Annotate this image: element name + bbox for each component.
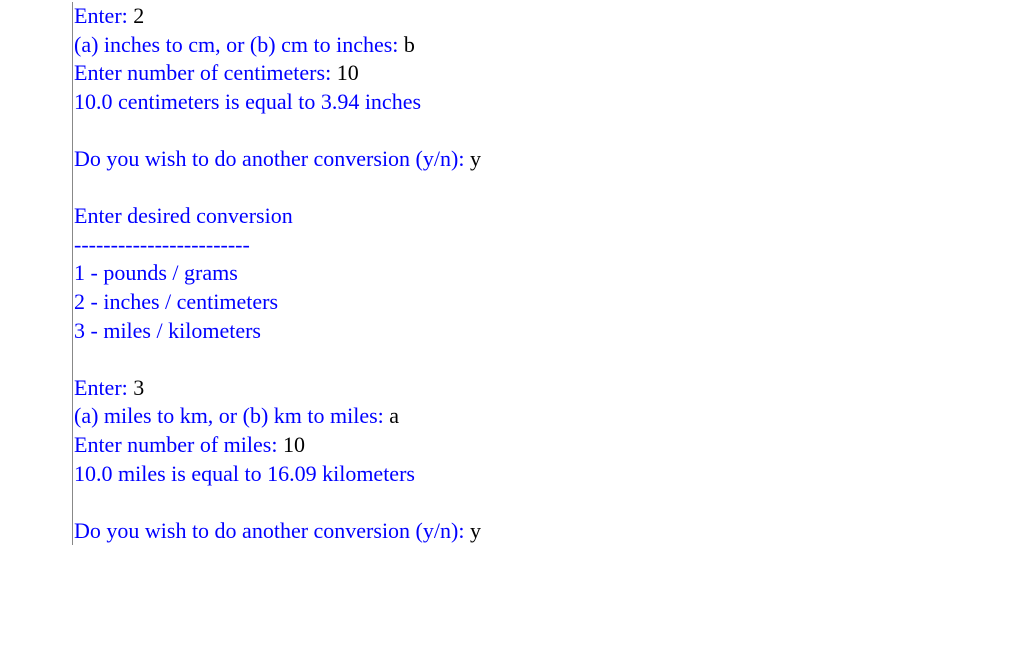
blank-line [74,116,1024,145]
user-input: 10 [283,432,305,457]
terminal-line: ------------------------ [74,231,1024,260]
output-text: Enter desired conversion [74,203,293,228]
user-input: y [470,146,481,171]
prompt-text: Enter: [74,375,133,400]
user-input: 10 [337,60,359,85]
terminal-line: Enter desired conversion [74,202,1024,231]
user-input: 2 [133,3,144,28]
blank-line [74,345,1024,374]
prompt-text: (a) inches to cm, or (b) cm to inches: [74,32,404,57]
terminal-line: Do you wish to do another conversion (y/… [74,145,1024,174]
user-input: 3 [133,375,144,400]
terminal-line: 3 - miles / kilometers [74,317,1024,346]
user-input: y [470,518,481,543]
output-text: ------------------------ [74,232,250,257]
prompt-text: Enter number of miles: [74,432,283,457]
terminal-line: 10.0 centimeters is equal to 3.94 inches [74,88,1024,117]
user-input: a [389,403,399,428]
blank-line [74,174,1024,203]
blank-line [74,488,1024,517]
terminal-line: Enter number of centimeters: 10 [74,59,1024,88]
terminal-line: Do you wish to do another conversion (y/… [74,517,1024,546]
output-text: 3 - miles / kilometers [74,318,261,343]
prompt-text: Enter: [74,3,133,28]
prompt-text: Do you wish to do another conversion (y/… [74,146,470,171]
user-input: b [404,32,415,57]
prompt-text: Do you wish to do another conversion (y/… [74,518,470,543]
terminal-line: 2 - inches / centimeters [74,288,1024,317]
prompt-text: Enter number of centimeters: [74,60,337,85]
terminal-line: (a) miles to km, or (b) km to miles: a [74,402,1024,431]
terminal-line: 10.0 miles is equal to 16.09 kilometers [74,460,1024,489]
terminal-line: 1 - pounds / grams [74,259,1024,288]
output-text: 2 - inches / centimeters [74,289,278,314]
output-text: 10.0 centimeters is equal to 3.94 inches [74,89,421,114]
terminal-line: Enter number of miles: 10 [74,431,1024,460]
output-text: 1 - pounds / grams [74,260,238,285]
terminal-line: (a) inches to cm, or (b) cm to inches: b [74,31,1024,60]
terminal-output: Enter: 2 (a) inches to cm, or (b) cm to … [72,2,1024,545]
terminal-line: Enter: 2 [74,2,1024,31]
prompt-text: (a) miles to km, or (b) km to miles: [74,403,389,428]
output-text: 10.0 miles is equal to 16.09 kilometers [74,461,415,486]
terminal-line: Enter: 3 [74,374,1024,403]
